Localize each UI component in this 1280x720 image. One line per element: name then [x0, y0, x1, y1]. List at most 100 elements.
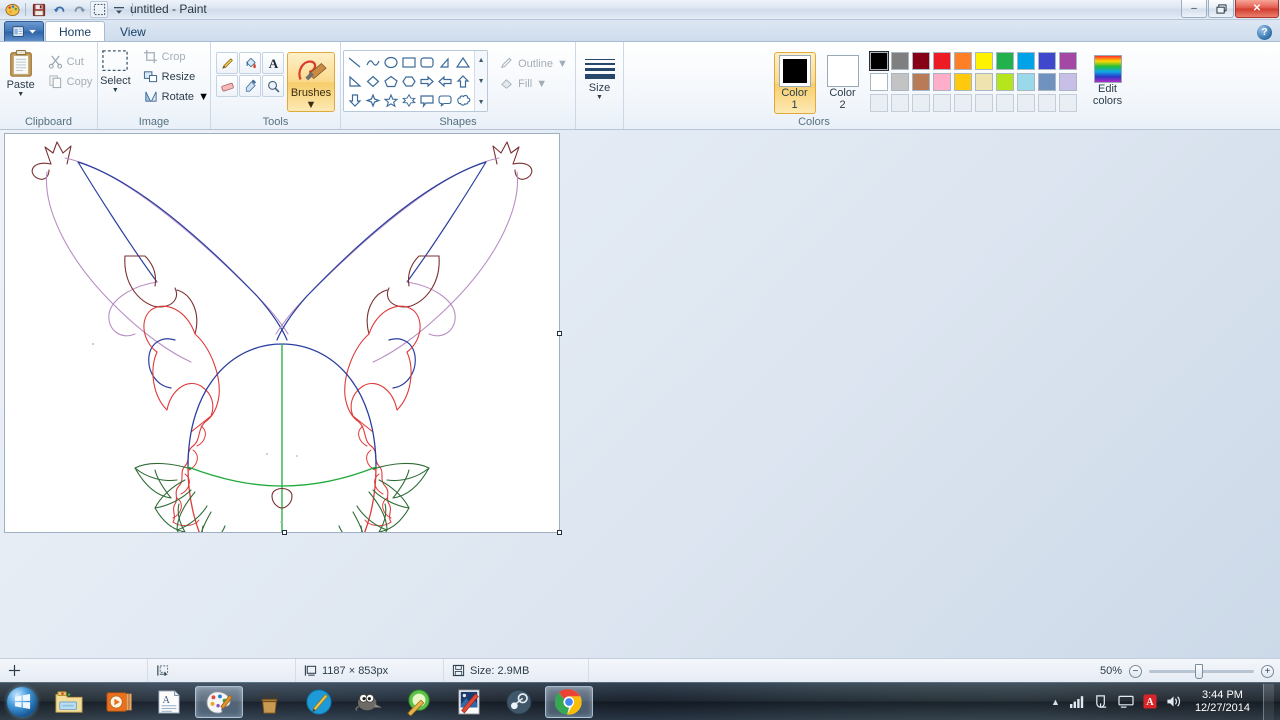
color1-button[interactable]: Color 1	[773, 52, 816, 114]
canvas-resize-handle-bottom[interactable]	[282, 530, 287, 535]
brushes-button[interactable]: Brushes ▼	[287, 52, 335, 112]
shape-callout-cloud[interactable]	[454, 91, 472, 110]
shape-five-point-star[interactable]	[382, 91, 400, 110]
paint-app-icon[interactable]	[3, 1, 21, 18]
shape-pentagon[interactable]	[382, 72, 400, 91]
color-swatch-r3-c10[interactable]	[1058, 94, 1077, 112]
redo-icon[interactable]	[70, 1, 88, 18]
color-swatch-r2-c4[interactable]	[932, 73, 951, 91]
color-swatch-r2-c2[interactable]	[890, 73, 909, 91]
outline-button[interactable]: Outline ▼	[496, 54, 573, 73]
close-button[interactable]: ✕	[1235, 0, 1279, 18]
color-swatch-r1-c9[interactable]	[1037, 52, 1056, 70]
pencil-icon[interactable]	[216, 52, 238, 74]
show-hidden-icons-button[interactable]: ▲	[1051, 697, 1060, 707]
crop-button[interactable]: Crop	[140, 47, 214, 66]
minimize-button[interactable]: –	[1181, 0, 1207, 18]
signal-bars-icon[interactable]	[1069, 694, 1085, 709]
color-palette[interactable]	[868, 51, 1079, 114]
restore-button[interactable]	[1208, 0, 1234, 18]
shape-diamond[interactable]	[364, 72, 382, 91]
color2-button[interactable]: Color 2	[822, 52, 864, 114]
size-caret-icon[interactable]: ▼	[596, 94, 603, 101]
shape-rectangle[interactable]	[400, 53, 418, 72]
taskbar-paint[interactable]	[195, 685, 243, 718]
color-swatch-r1-c7[interactable]	[995, 52, 1014, 70]
shape-line[interactable]	[346, 53, 364, 72]
tab-view[interactable]: View	[106, 21, 160, 41]
volume-icon[interactable]	[1166, 694, 1182, 709]
select-tool-icon[interactable]	[90, 1, 108, 18]
canvas-resize-handle-right[interactable]	[557, 331, 562, 336]
color-swatch-r3-c8[interactable]	[1016, 94, 1035, 112]
color-swatch-r1-c3[interactable]	[911, 52, 930, 70]
shapes-expand-icon[interactable]: ▼	[475, 93, 487, 111]
color-swatch-r3-c1[interactable]	[869, 94, 888, 112]
color-swatch-r1-c10[interactable]	[1058, 52, 1077, 70]
start-button[interactable]	[0, 684, 44, 720]
shape-six-point-star[interactable]	[400, 91, 418, 110]
taskbar-paint-net[interactable]	[295, 686, 343, 718]
shape-rounded-rectangle[interactable]	[418, 53, 436, 72]
color-swatch-r2-c1[interactable]	[869, 73, 888, 91]
color-swatch-r1-c4[interactable]	[932, 52, 951, 70]
rotate-button[interactable]: Rotate ▼	[140, 87, 214, 106]
color-swatch-r2-c3[interactable]	[911, 73, 930, 91]
zoom-slider[interactable]	[1149, 663, 1254, 679]
zoom-out-button[interactable]: −	[1129, 664, 1142, 678]
shape-arrow-up[interactable]	[454, 72, 472, 91]
color-swatch-r1-c5[interactable]	[953, 52, 972, 70]
color-swatch-r1-c6[interactable]	[974, 52, 993, 70]
color-swatch-r2-c10[interactable]	[1058, 73, 1077, 91]
color-swatch-r2-c6[interactable]	[974, 73, 993, 91]
taskbar-steam[interactable]	[495, 686, 543, 718]
color-swatch-r3-c7[interactable]	[995, 94, 1014, 112]
shape-four-point-star[interactable]	[364, 91, 382, 110]
shape-right-triangle[interactable]	[436, 53, 454, 72]
color-swatch-r2-c5[interactable]	[953, 73, 972, 91]
shapes-scrollbar[interactable]: ▲ ▼ ▼	[474, 51, 488, 111]
rotate-caret-icon[interactable]: ▼	[198, 91, 209, 103]
shape-right-triangle-2[interactable]	[346, 72, 364, 91]
shapes-scroll-up-icon[interactable]: ▲	[475, 51, 487, 69]
color-picker-icon[interactable]	[239, 75, 261, 97]
paste-button[interactable]: Paste ▼	[0, 46, 42, 101]
fill-bucket-icon[interactable]	[239, 52, 261, 74]
save-icon[interactable]	[30, 1, 48, 18]
customize-quick-access-icon[interactable]	[110, 1, 128, 18]
power-plug-icon[interactable]	[1094, 694, 1109, 709]
edit-colors-button[interactable]: Edit colors	[1085, 52, 1131, 110]
shape-oval[interactable]	[382, 53, 400, 72]
adobe-reader-icon[interactable]: A	[1143, 694, 1157, 709]
eraser-icon[interactable]	[216, 75, 238, 97]
outline-caret-icon[interactable]: ▼	[557, 58, 568, 70]
color-swatch-r1-c2[interactable]	[890, 52, 909, 70]
taskbar-pencil-cup-app[interactable]	[245, 686, 293, 718]
shapes-scroll-down-icon[interactable]: ▼	[475, 72, 487, 90]
taskbar-windows-explorer[interactable]	[45, 686, 93, 718]
undo-icon[interactable]	[50, 1, 68, 18]
file-menu-button[interactable]	[4, 21, 44, 41]
shape-arrow-right[interactable]	[418, 72, 436, 91]
zoom-in-button[interactable]: +	[1261, 664, 1274, 678]
taskbar-sketchbook[interactable]	[395, 686, 443, 718]
taskbar-photo-editor[interactable]	[445, 686, 493, 718]
taskbar-gimp[interactable]	[345, 686, 393, 718]
shape-arrow-down[interactable]	[346, 91, 364, 110]
select-button[interactable]: Select ▼	[94, 46, 137, 97]
paste-caret-icon[interactable]: ▼	[17, 91, 24, 98]
network-monitor-icon[interactable]	[1118, 695, 1134, 709]
zoom-slider-thumb[interactable]	[1195, 663, 1203, 679]
drawing-canvas[interactable]	[4, 133, 562, 635]
shape-arrow-left[interactable]	[436, 72, 454, 91]
tab-home[interactable]: Home	[45, 21, 106, 41]
color-swatch-r2-c9[interactable]	[1037, 73, 1056, 91]
shape-triangle[interactable]	[454, 53, 472, 72]
color-swatch-r2-c7[interactable]	[995, 73, 1014, 91]
taskbar-windows-media-player[interactable]	[95, 686, 143, 718]
color-swatch-r3-c5[interactable]	[953, 94, 972, 112]
help-icon[interactable]: ?	[1257, 25, 1272, 40]
color-swatch-r3-c6[interactable]	[974, 94, 993, 112]
select-caret-icon[interactable]: ▼	[112, 87, 119, 94]
resize-button[interactable]: Resize	[140, 67, 214, 86]
